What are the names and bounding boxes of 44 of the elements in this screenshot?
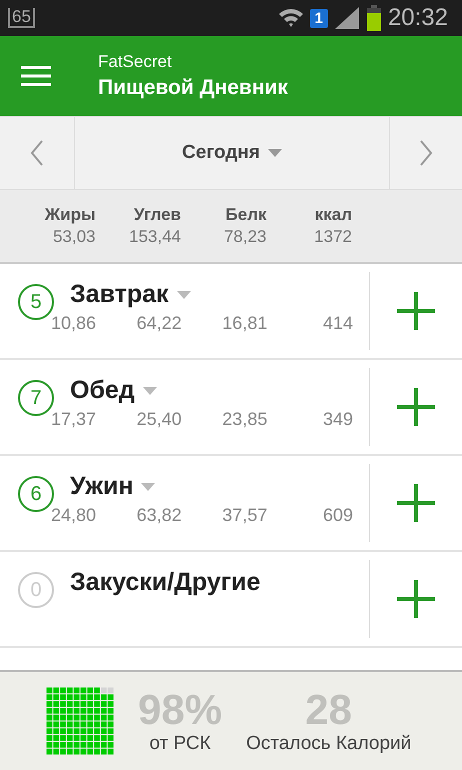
- meal-name[interactable]: Закуски/Другие: [70, 568, 260, 597]
- dropdown-icon[interactable]: [142, 386, 157, 394]
- plus-icon: [397, 484, 435, 522]
- signal-icon: [334, 6, 360, 30]
- meal-value: 414: [322, 313, 354, 334]
- meal-value: 16,81: [221, 313, 268, 334]
- item-count: 5: [18, 284, 54, 320]
- dropdown-icon[interactable]: [176, 290, 191, 298]
- nutrient-total: 78,23: [224, 227, 266, 247]
- plus-icon: [397, 580, 435, 618]
- nutrient-label: ккал: [314, 205, 352, 225]
- meal-value: 25,40: [136, 409, 182, 430]
- meal-value: 64,22: [136, 313, 182, 334]
- sim-badge: 1: [310, 8, 328, 28]
- progress-grid: [46, 687, 114, 755]
- rdi-label: от РСК: [149, 733, 211, 755]
- item-count: 7: [18, 380, 54, 416]
- meal-value: 23,85: [221, 409, 268, 430]
- calories-remaining-label: Осталось Калорий: [246, 733, 412, 755]
- battery-icon: [366, 5, 382, 31]
- dropdown-icon: [268, 149, 282, 157]
- meal-value: 37,57: [221, 505, 268, 526]
- nutrient-total: 1372: [314, 227, 352, 247]
- screen-title: Пищевой Дневник: [98, 76, 288, 100]
- meal-name[interactable]: Ужин: [70, 472, 134, 501]
- nutrient-label: Жиры: [44, 205, 96, 225]
- dropdown-icon[interactable]: [141, 482, 156, 490]
- chevron-right-icon: [419, 139, 433, 167]
- nutrient-total: 53,03: [52, 227, 96, 247]
- nutrient-label: Углев: [134, 205, 181, 225]
- meal-name[interactable]: Завтрак: [70, 280, 169, 309]
- plus-icon: [397, 292, 435, 330]
- meal-name[interactable]: Обед: [70, 376, 135, 405]
- plus-icon: [397, 388, 435, 426]
- notification-badge: 65: [8, 8, 35, 28]
- menu-icon[interactable]: [21, 65, 51, 87]
- app-name: FatSecret: [98, 52, 173, 72]
- meal-value: 609: [322, 505, 354, 526]
- meal-value: 349: [322, 409, 354, 430]
- chevron-left-icon: [30, 139, 44, 167]
- nutrient-total: 153,44: [129, 227, 181, 247]
- nutrient-label: Белк: [226, 205, 266, 225]
- clock: 20:32: [388, 4, 448, 32]
- meal-value: 63,82: [136, 505, 182, 526]
